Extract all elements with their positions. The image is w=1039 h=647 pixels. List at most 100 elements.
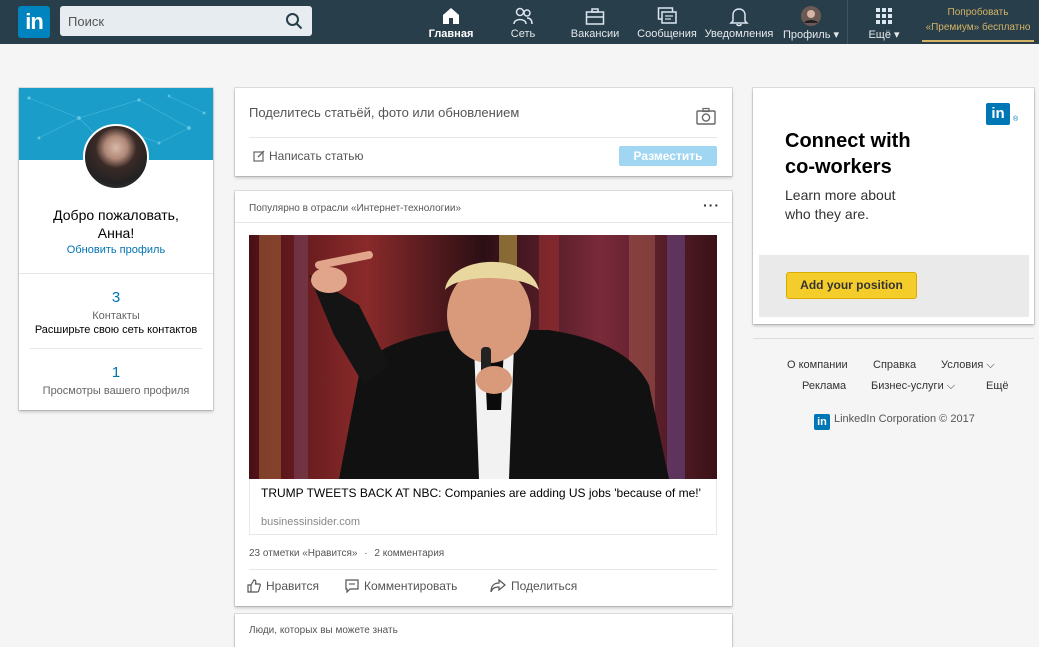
write-article-label: Написать статью <box>269 149 364 163</box>
footer-business-label: Бизнес-услуги <box>871 380 944 392</box>
nav-more[interactable]: Ещё ▾ <box>866 0 902 44</box>
share-button[interactable]: Поделиться <box>490 578 578 593</box>
nav-jobs[interactable]: Вакансии <box>566 0 624 44</box>
profile-views-label: Просмотры вашего профиля <box>42 385 190 397</box>
messages-icon <box>657 7 677 24</box>
profile-photo[interactable] <box>83 124 149 190</box>
profile-views-count[interactable]: 1 <box>19 364 213 381</box>
ad-card: in ® Connect with co-workers Learn more … <box>753 88 1034 324</box>
camera-icon[interactable] <box>696 107 716 125</box>
top-nav-bar: in Главная Сеть Вакансии Сообщения Уведо… <box>0 0 1039 44</box>
welcome-line2: Анна! <box>97 225 135 241</box>
nav-jobs-label: Вакансии <box>570 28 620 40</box>
nav-messages-label: Сообщения <box>637 28 697 40</box>
nav-home[interactable]: Главная <box>427 0 475 44</box>
footer-about-link[interactable]: О компании <box>787 359 848 371</box>
thumbs-up-icon <box>247 579 261 593</box>
like-label: Нравится <box>266 579 319 593</box>
post-photo-scene <box>249 235 717 479</box>
share-divider <box>249 137 717 138</box>
footer-linkedin-logo: in <box>814 414 830 430</box>
chevron-down-icon: ⌵ <box>946 380 956 392</box>
premium-line2: «Премиум» бесплатно <box>925 22 1031 33</box>
post-image[interactable] <box>249 235 717 479</box>
comments-count[interactable]: 2 комментария <box>374 548 444 559</box>
article-title[interactable]: TRUMP TWEETS BACK AT NBC: Companies are … <box>261 486 701 501</box>
update-profile-link[interactable]: Обновить профиль <box>19 244 213 256</box>
edit-icon <box>253 150 265 162</box>
footer-more-link[interactable]: Ещё <box>986 380 1009 392</box>
ad-linkedin-logo: in <box>986 103 1010 125</box>
nav-more-label: Ещё ▾ <box>868 29 900 41</box>
share-prompt[interactable]: Поделитесь статьёй, фото или обновлением <box>249 105 519 120</box>
welcome-line1: Добро пожаловать, <box>53 207 179 223</box>
ad-title: Connect with co-workers <box>785 128 911 180</box>
write-article-link[interactable]: Написать статью <box>253 149 364 163</box>
actions-divider <box>249 569 717 570</box>
profile-card: Добро пожаловать, Анна! Обновить профиль… <box>19 88 213 410</box>
linkedin-logo[interactable]: in <box>18 6 50 38</box>
nav-network[interactable]: Сеть <box>502 0 544 44</box>
footer-divider <box>753 338 1034 339</box>
nav-notifications[interactable]: Уведомления <box>704 0 774 44</box>
bell-icon <box>729 8 749 27</box>
nav-messages[interactable]: Сообщения <box>635 0 699 44</box>
premium-trial-link[interactable]: Попробовать «Премиум» бесплатно <box>922 4 1034 42</box>
post-button[interactable]: Разместить <box>619 146 717 166</box>
ad-title-line2: co-workers <box>785 156 892 178</box>
search-box[interactable] <box>60 6 312 36</box>
premium-line1: Попробовать <box>947 7 1009 18</box>
people-you-may-know-card: Люди, которых вы можете знать <box>235 614 732 647</box>
comment-button[interactable]: Комментировать <box>345 579 457 594</box>
footer-help-link[interactable]: Справка <box>873 359 916 371</box>
nav-profile[interactable]: Профиль ▾ <box>780 0 842 44</box>
footer-copyright: in LinkedIn Corporation © 2017 <box>814 413 975 430</box>
add-position-button[interactable]: Add your position <box>786 272 917 299</box>
social-counts: 23 отметки «Нравится» · 2 комментария <box>249 548 444 559</box>
like-button[interactable]: Нравится <box>247 579 319 593</box>
footer-business-link[interactable]: Бизнес-услуги ⌵ <box>871 380 955 393</box>
profile-divider <box>19 273 213 274</box>
feed-post: Популярно в отрасли «Интернет-технологии… <box>235 191 732 606</box>
feed-post-header: Популярно в отрасли «Интернет-технологии… <box>249 203 462 214</box>
search-icon[interactable] <box>285 12 303 30</box>
search-input[interactable] <box>60 6 275 36</box>
stats-divider <box>30 348 202 349</box>
grow-network-link[interactable]: Расширьте свою сеть контактов <box>19 324 213 336</box>
more-options-icon[interactable]: ··· <box>703 197 720 213</box>
footer-terms-link[interactable]: Условия ⌵ <box>941 359 995 372</box>
footer-ads-link[interactable]: Реклама <box>802 380 846 392</box>
article-link-box[interactable]: TRUMP TWEETS BACK AT NBC: Companies are … <box>249 479 717 535</box>
home-icon <box>443 8 459 24</box>
profile-avatar-icon <box>801 6 821 26</box>
counts-separator: · <box>364 548 368 559</box>
people-you-may-know-header: Люди, которых вы можете знать <box>249 625 398 636</box>
ad-action-panel: Add your position <box>759 255 1029 317</box>
likes-count[interactable]: 23 отметки «Нравится» <box>249 548 358 559</box>
connections-count[interactable]: 3 <box>19 289 213 306</box>
ad-sub-line2: who they are. <box>785 206 870 222</box>
share-box: Поделитесь статьёй, фото или обновлением… <box>235 88 732 176</box>
comment-icon <box>345 579 359 594</box>
footer-terms-label: Условия <box>941 359 984 371</box>
ad-title-line1: Connect with <box>785 130 911 152</box>
footer-copyright-text: LinkedIn Corporation © 2017 <box>834 413 975 425</box>
article-source: businessinsider.com <box>261 516 361 528</box>
network-icon <box>513 7 533 25</box>
ad-subtitle: Learn more about who they are. <box>785 186 896 224</box>
share-arrow-icon <box>490 578 506 593</box>
briefcase-icon <box>585 8 605 25</box>
nav-notifications-label: Уведомления <box>704 28 774 40</box>
chevron-down-icon: ⌵ <box>986 359 995 371</box>
connections-label: Контакты <box>92 310 140 322</box>
ad-sub-line1: Learn more about <box>785 187 896 203</box>
share-label: Поделиться <box>511 579 578 593</box>
feed-header-divider <box>235 222 732 223</box>
nav-profile-label: Профиль ▾ <box>782 29 840 41</box>
nav-network-label: Сеть <box>510 28 536 40</box>
nav-divider <box>847 0 848 44</box>
nav-home-label: Главная <box>428 28 474 40</box>
ad-registered-mark: ® <box>1013 116 1019 123</box>
grid-icon <box>876 8 892 24</box>
welcome-text: Добро пожаловать, Анна! <box>19 206 213 242</box>
